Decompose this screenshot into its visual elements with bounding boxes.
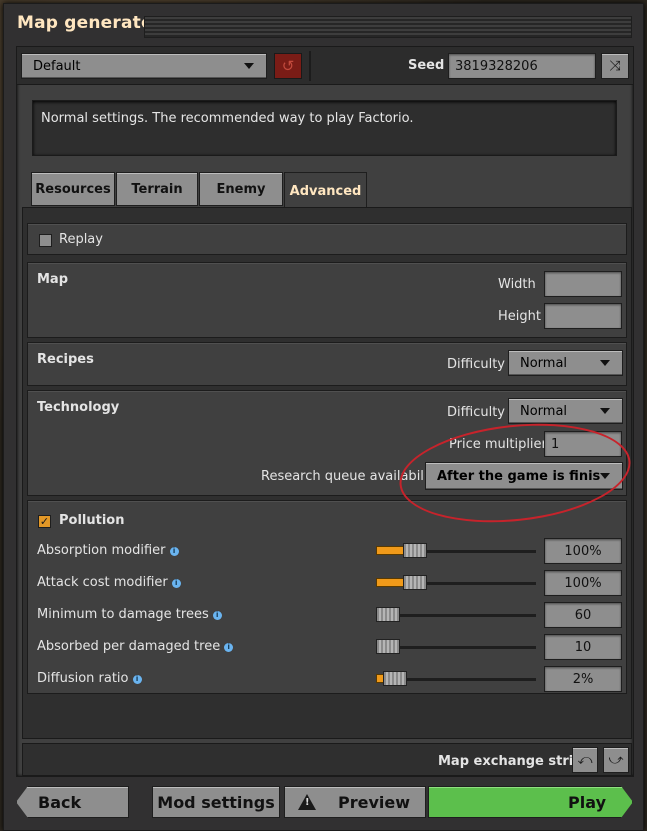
slider-knob[interactable] [376,607,400,622]
pollution-row-label-text: Absorption modifier [37,543,166,558]
width-input[interactable] [544,271,622,297]
warning-icon: ! [298,794,316,810]
title-drag-handle[interactable] [144,16,632,38]
pollution-row-label: Attack cost modifier i [37,575,181,590]
divider [309,51,311,81]
slider-track [376,646,536,649]
pollution-slider[interactable] [376,607,536,622]
pollution-row-label-text: Attack cost modifier [37,575,168,590]
info-icon[interactable]: i [169,547,179,556]
mod-settings-button[interactable]: Mod settings [152,786,280,818]
replay-checkbox[interactable] [39,234,52,247]
map-section: Map Width Height [27,262,627,338]
reset-preset-button[interactable]: ↺ [274,53,302,79]
preview-button[interactable]: ! Preview [284,786,426,818]
export-icon: ⤻ [608,752,624,768]
pollution-row-label-text: Diffusion ratio [37,671,129,686]
check-icon: ✓ [39,515,50,528]
map-exchange-label: Map exchange string [438,754,592,769]
chevron-down-icon [244,63,254,69]
preset-value: Default [33,58,81,74]
chevron-down-icon [600,408,610,414]
recipes-difficulty-dropdown[interactable]: Normal [508,350,623,376]
preview-label: Preview [338,792,411,812]
import-exchange-button[interactable]: ⤺ [572,747,598,773]
technology-difficulty-value: Normal [520,403,568,419]
replay-label: Replay [59,232,103,247]
slider-knob[interactable] [403,575,427,590]
technology-difficulty-label: Difficulty [447,405,505,420]
tab-resources[interactable]: Resources [31,172,115,206]
window-title: Map generator [17,13,162,33]
pollution-row-label: Absorbed per damaged tree i [37,639,234,654]
pollution-slider[interactable] [376,543,536,558]
slider-knob[interactable] [376,639,400,654]
play-button[interactable]: Play [428,786,633,818]
height-label: Height [498,309,541,324]
height-input[interactable] [544,303,622,329]
pollution-section: ✓ Pollution Absorption modifier i 100% Atta… [27,500,627,694]
width-label: Width [498,277,536,292]
technology-difficulty-dropdown[interactable]: Normal [508,398,623,424]
tab-terrain[interactable]: Terrain [116,172,198,206]
pollution-title: Pollution [59,513,125,528]
pollution-slider[interactable] [376,575,536,590]
info-icon[interactable]: i [132,675,142,684]
pollution-row-label-text: Minimum to damage trees [37,607,209,622]
pollution-row-label: Minimum to damage trees i [37,607,222,622]
back-button[interactable]: Back [16,786,129,818]
slider-track [376,614,536,617]
preset-dropdown[interactable]: Default [21,53,267,79]
footer-bar: Back Mod settings ! Preview Play [16,786,634,820]
pollution-value-box[interactable]: 2% [544,666,622,692]
tab-enemy[interactable]: Enemy [199,172,283,206]
info-icon[interactable]: i [212,611,222,620]
import-icon: ⤺ [577,752,593,768]
exchange-bar: Map exchange string ⤺ ⤻ [22,743,632,776]
map-title: Map [37,272,69,287]
slider-knob[interactable] [403,543,427,558]
preset-description: Normal settings. The recommended way to … [32,100,617,156]
pollution-row-label-text: Absorbed per damaged tree [37,639,221,654]
recipes-title: Recipes [37,352,94,367]
map-generator-window: Map generator Default ↺ Seed 3819328206 … [3,3,644,831]
pollution-slider[interactable] [376,671,536,686]
pollution-slider[interactable] [376,639,536,654]
back-label: Back [38,792,82,812]
slider-knob[interactable] [383,671,407,686]
tab-advanced[interactable]: Advanced [284,172,367,209]
pollution-row-label: Diffusion ratio i [37,671,142,686]
export-exchange-button[interactable]: ⤻ [603,747,629,773]
pollution-row-label: Absorption modifier i [37,543,179,558]
pollution-value-box[interactable]: 100% [544,538,622,564]
recipes-section: Recipes Difficulty Normal [27,342,627,386]
play-label: Play [568,792,606,812]
mod-settings-label: Mod settings [157,792,275,812]
seed-label: Seed [408,58,445,73]
info-icon[interactable]: i [171,579,181,588]
main-frame: Default ↺ Seed 3819328206 ⤨ Normal setti… [16,46,634,777]
info-icon[interactable]: i [224,643,234,652]
replay-section: Replay [27,223,627,255]
randomize-seed-button[interactable]: ⤨ [601,53,629,79]
pollution-value-box[interactable]: 60 [544,602,622,628]
reset-icon: ↺ [281,57,295,75]
pollution-value-box[interactable]: 100% [544,570,622,596]
recipes-difficulty-label: Difficulty [447,357,505,372]
technology-title: Technology [37,400,120,415]
shuffle-icon: ⤨ [609,58,621,74]
preset-bar: Default ↺ Seed 3819328206 ⤨ [17,47,633,85]
pollution-checkbox[interactable]: ✓ [38,515,51,528]
seed-input[interactable]: 3819328206 [448,53,596,79]
recipes-difficulty-value: Normal [520,355,568,371]
pollution-value-box[interactable]: 10 [544,634,622,660]
chevron-down-icon [600,360,610,366]
